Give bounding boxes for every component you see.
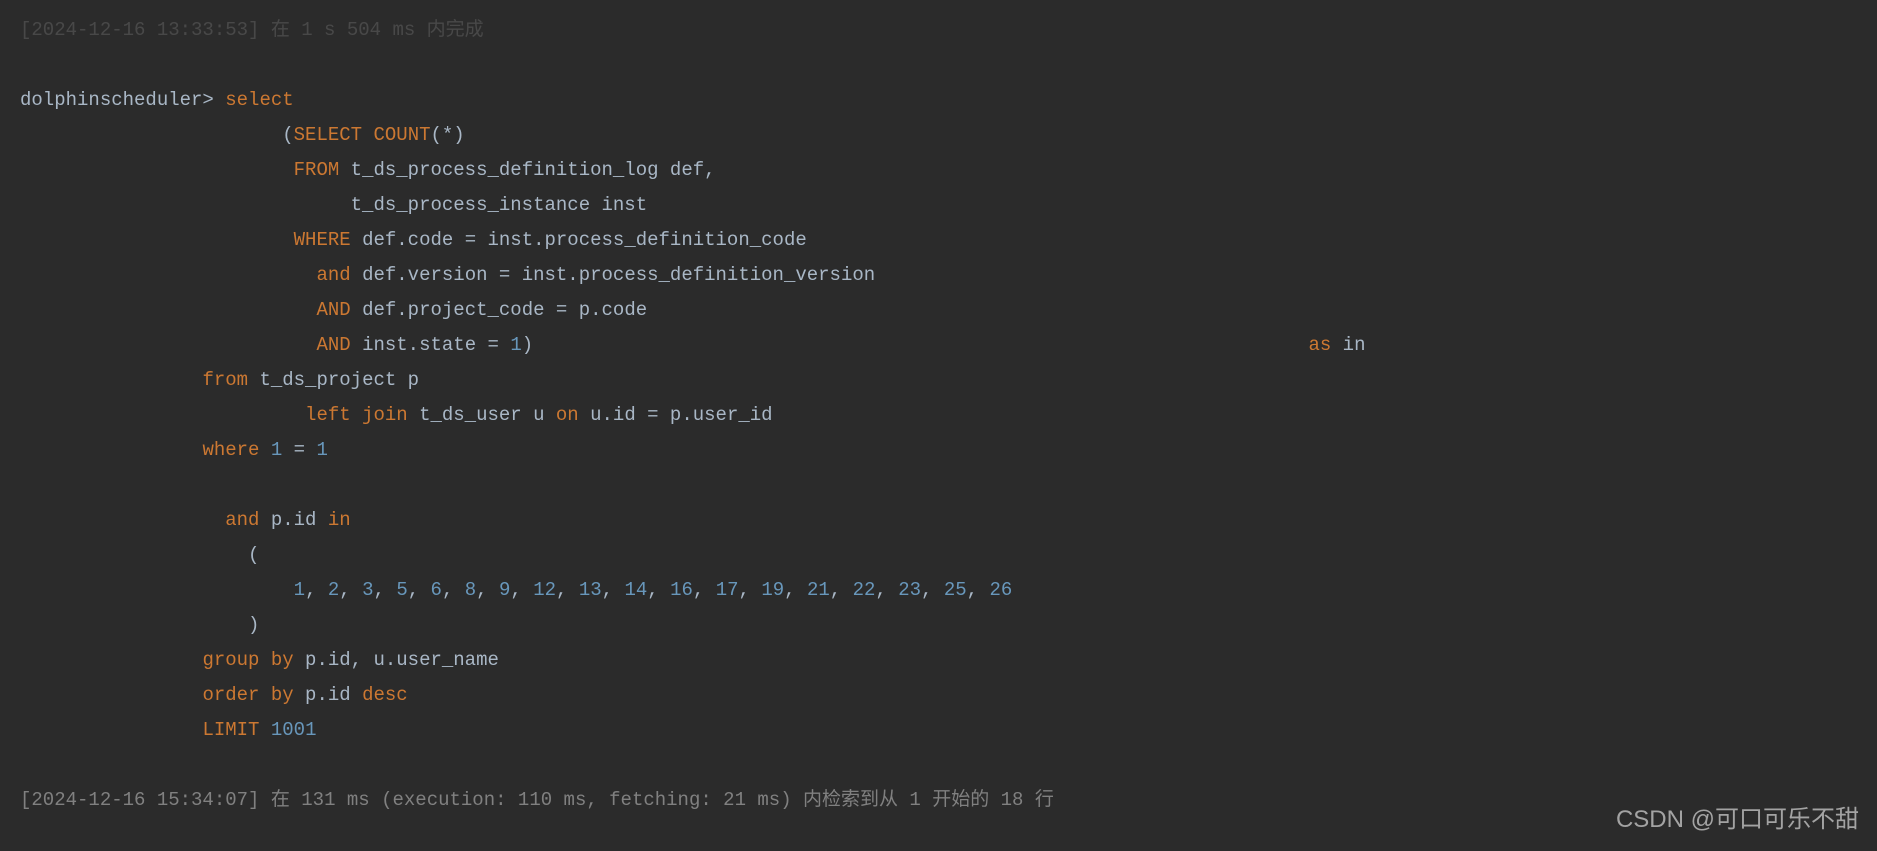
id-list: 1, 2, 3, 5, 6, 8, 9, 12, 13, 14, 16, 17,…: [294, 579, 1013, 601]
kw-select: select: [214, 89, 294, 111]
id-number: 16: [670, 579, 693, 601]
kw-from-inner: FROM: [294, 159, 340, 181]
id-number: 26: [989, 579, 1012, 601]
kw-and: AND: [316, 334, 350, 356]
id-number: 14: [624, 579, 647, 601]
kw-limit: LIMIT: [202, 719, 259, 741]
status-timestamp: [2024-12-16 15:34:07]: [20, 789, 259, 811]
id-number: 6: [431, 579, 442, 601]
id-number: 8: [465, 579, 476, 601]
id-number: 12: [533, 579, 556, 601]
kw-order-by: order by: [202, 684, 293, 706]
id-number: 13: [579, 579, 602, 601]
id-number: 25: [944, 579, 967, 601]
kw-where: where: [202, 439, 259, 461]
prompt: dolphinscheduler>: [20, 89, 214, 111]
query-text[interactable]: dolphinscheduler> select (SELECT COUNT(*…: [20, 83, 1857, 748]
kw-group-by: group by: [202, 649, 293, 671]
id-number: 21: [807, 579, 830, 601]
id-number: 2: [328, 579, 339, 601]
kw-count: COUNT: [373, 124, 430, 146]
kw-where-inner: WHERE: [294, 229, 351, 251]
id-number: 3: [362, 579, 373, 601]
id-number: 19: [761, 579, 784, 601]
kw-and: AND: [316, 299, 350, 321]
id-number: 23: [898, 579, 921, 601]
kw-and: and: [225, 509, 259, 531]
id-number: 17: [716, 579, 739, 601]
kw-on: on: [556, 404, 579, 426]
id-number: 9: [499, 579, 510, 601]
kw-left-join: left join: [305, 404, 408, 426]
kw-in: in: [328, 509, 351, 531]
id-number: 1: [294, 579, 305, 601]
kw-from: from: [202, 369, 248, 391]
kw-select-inner: SELECT: [294, 124, 362, 146]
paren: (: [20, 124, 294, 146]
kw-as: as: [1308, 334, 1331, 356]
sql-console[interactable]: [2024-12-16 13:33:53] 在 1 s 504 ms 内完成 d…: [0, 0, 1877, 851]
status-line: [2024-12-16 15:34:07] 在 131 ms (executio…: [20, 783, 1857, 818]
top-fragment-line: [2024-12-16 13:33:53] 在 1 s 504 ms 内完成: [20, 13, 1857, 48]
id-number: 5: [396, 579, 407, 601]
kw-and: and: [316, 264, 350, 286]
id-number: 22: [853, 579, 876, 601]
kw-desc: desc: [362, 684, 408, 706]
